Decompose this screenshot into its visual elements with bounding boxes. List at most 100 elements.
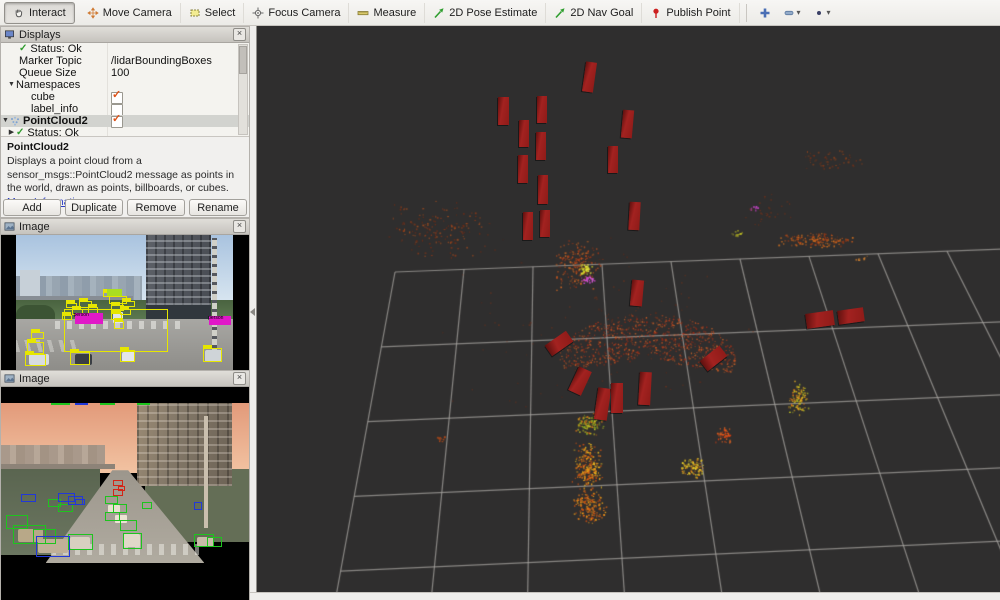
tree-row-status[interactable]: ✓ Status: Ok (1, 43, 249, 55)
tool-move-camera[interactable]: Move Camera (79, 3, 181, 23)
tree-label: PointCloud2 (23, 115, 88, 127)
tree-label: label_info (31, 103, 78, 115)
toolbar: Interact Move Camera Select Focus Camera… (0, 0, 1000, 26)
tree-label: Queue Size (19, 67, 76, 79)
map-pin-icon (650, 7, 662, 19)
chevron-down-icon: ▾ (797, 8, 801, 17)
tree-row-namespaces[interactable]: ▼ Namespaces (1, 79, 249, 91)
tree-value[interactable]: 100 (111, 67, 129, 79)
camera-image-sunset (1, 387, 249, 600)
tool-focus-camera[interactable]: Focus Camera (244, 3, 349, 23)
tool-publish-point[interactable]: Publish Point (642, 3, 739, 23)
3d-viewport[interactable] (256, 26, 1000, 592)
image-panel-titlebar[interactable]: Image × (1, 219, 249, 235)
detection-box (36, 536, 71, 557)
tool-label: 2D Nav Goal (570, 7, 633, 19)
image-panel-top: Image × (0, 218, 250, 370)
displays-tree: ✓ Status: Ok Marker Topic /lidarBounding… (1, 43, 249, 136)
lidar-bounding-box (536, 132, 546, 160)
lidar-bounding-box (582, 61, 597, 92)
tool-label: Select (205, 7, 236, 19)
close-icon[interactable]: × (233, 372, 246, 385)
tree-value[interactable]: /lidarBoundingBoxes (111, 55, 212, 67)
detection-box (207, 537, 222, 547)
detection-box (123, 533, 143, 549)
detection-box (120, 350, 135, 362)
detection-box (62, 315, 73, 320)
tool-properties-button[interactable]: ▾ (807, 3, 837, 23)
tool-measure[interactable]: Measure (349, 3, 425, 23)
detection-box (68, 534, 93, 550)
detection-box (142, 502, 152, 508)
expander-icon[interactable]: ▼ (1, 115, 10, 127)
lidar-bounding-box (538, 175, 548, 204)
toolbar-separator (746, 4, 747, 22)
image-panel-bottom: Image × (0, 370, 250, 600)
lidar-bounding-box (628, 202, 640, 231)
detection-box (105, 512, 120, 522)
detection-box (194, 502, 201, 510)
measure-icon (357, 7, 369, 19)
remove-tool-button[interactable]: ▾ (777, 3, 807, 23)
panel-title-label: Image (19, 221, 50, 233)
select-icon (189, 7, 201, 19)
tool-label: Focus Camera (268, 7, 340, 19)
detection-box: person (75, 313, 103, 324)
duplicate-button[interactable]: Duplicate (65, 199, 123, 216)
lidar-bounding-box (621, 110, 634, 139)
tree-label: cube (31, 91, 55, 103)
tool-label: Publish Point (666, 7, 730, 19)
lidar-bounding-box (519, 120, 529, 147)
tool-label: 2D Pose Estimate (449, 7, 537, 19)
remove-button[interactable]: Remove (127, 199, 185, 216)
detection-box (25, 354, 47, 366)
lidar-bounding-box (545, 331, 574, 357)
lidar-bounding-boxes-layer (257, 26, 1000, 592)
check-icon: ✓ (16, 127, 24, 136)
expander-icon[interactable]: ▼ (7, 79, 16, 91)
tree-row-marker-topic[interactable]: Marker Topic /lidarBoundingBoxes (1, 55, 249, 67)
tool-interact[interactable]: Interact (4, 2, 75, 24)
lidar-bounding-box (594, 387, 611, 420)
detection-box (120, 520, 137, 531)
detection-boxes-layer (1, 403, 249, 563)
image-panel-titlebar[interactable]: Image × (1, 371, 249, 387)
detection-box (137, 403, 149, 405)
expander-icon[interactable]: ▶ (7, 127, 16, 136)
detection-boxes-layer: person person (16, 235, 233, 370)
focus-camera-icon (252, 7, 264, 19)
lidar-bounding-box (700, 346, 728, 372)
collapse-arrow-icon[interactable] (250, 308, 255, 316)
detection-box (51, 403, 71, 405)
close-icon[interactable]: × (233, 220, 246, 233)
tree-row-status2[interactable]: ▶ ✓ Status: Ok (1, 127, 249, 136)
plus-icon (759, 7, 771, 19)
tree-row-cube[interactable]: cube ✓ (1, 91, 249, 103)
lidar-bounding-box (611, 383, 623, 413)
tool-2d-pose-estimate[interactable]: 2D Pose Estimate (425, 3, 546, 23)
chevron-down-icon: ▾ (827, 8, 831, 17)
lidar-bounding-box (568, 366, 592, 395)
tree-row-pointcloud2[interactable]: ▼ PointCloud2 ✓ (1, 115, 249, 127)
close-icon[interactable]: × (233, 28, 246, 41)
add-button[interactable]: Add (3, 199, 61, 216)
tree-row-queue-size[interactable]: Queue Size 100 (1, 67, 249, 79)
tree-label: Marker Topic (19, 55, 82, 67)
tree-scrollbar[interactable] (238, 44, 248, 135)
tree-row-label-info[interactable]: label_info (1, 103, 249, 115)
displays-panel-titlebar[interactable]: Displays × (1, 27, 249, 43)
detection-box (75, 499, 85, 505)
dash-icon (783, 7, 795, 19)
description-body: Displays a point cloud from a sensor_msg… (7, 155, 234, 194)
detection-box (203, 348, 223, 362)
tool-select[interactable]: Select (181, 3, 245, 23)
add-tool-button[interactable] (753, 3, 777, 23)
tree-label: Namespaces (16, 79, 80, 91)
detection-box (100, 403, 115, 405)
lidar-bounding-box (523, 212, 533, 240)
detection-box: person (209, 316, 231, 325)
detection-box (114, 321, 125, 329)
lidar-bounding-box (537, 96, 547, 123)
tool-2d-nav-goal[interactable]: 2D Nav Goal (546, 3, 642, 23)
rename-button[interactable]: Rename (189, 199, 247, 216)
